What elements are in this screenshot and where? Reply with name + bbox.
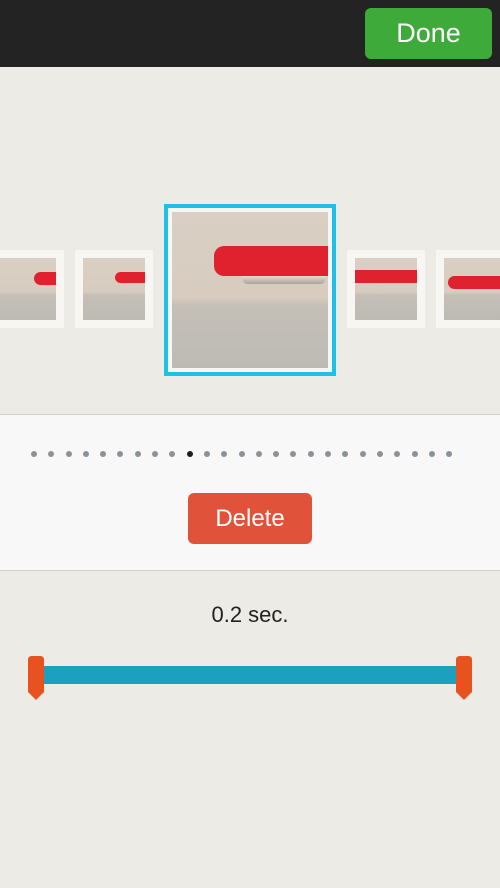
page-dot[interactable] <box>446 451 453 457</box>
page-dot[interactable] <box>48 451 55 457</box>
page-dot[interactable] <box>65 451 72 457</box>
frame-page-indicator[interactable] <box>31 451 453 457</box>
duration-label: 0.2 sec. <box>211 602 289 627</box>
frame-image <box>172 212 328 368</box>
frame-thumbnail[interactable] <box>436 250 500 328</box>
page-dot[interactable] <box>307 451 314 457</box>
page-dot[interactable] <box>186 451 193 457</box>
range-end-handle[interactable] <box>454 656 474 700</box>
range-start-handle[interactable] <box>26 656 46 700</box>
frame-controls-panel: Delete <box>0 414 500 571</box>
page-dot[interactable] <box>342 451 349 457</box>
selected-frame[interactable] <box>164 204 336 376</box>
delete-button[interactable]: Delete <box>188 493 312 544</box>
page-dot[interactable] <box>376 451 383 457</box>
frame-image <box>355 258 417 320</box>
frame-image <box>83 258 145 320</box>
frame-thumbnail[interactable] <box>75 250 153 328</box>
page-dot[interactable] <box>411 451 418 457</box>
frame-strip[interactable] <box>0 68 500 414</box>
page-dot[interactable] <box>203 451 210 457</box>
page-dot[interactable] <box>117 451 124 457</box>
page-dot[interactable] <box>428 451 435 457</box>
top-bar: Done <box>0 0 500 67</box>
frame-thumbnail[interactable] <box>347 250 425 328</box>
page-dot[interactable] <box>152 451 159 457</box>
page-dot[interactable] <box>31 451 37 457</box>
page-dot[interactable] <box>100 451 107 457</box>
page-dot[interactable] <box>82 451 89 457</box>
page-dot[interactable] <box>359 451 366 457</box>
page-dot[interactable] <box>290 451 297 457</box>
page-dot[interactable] <box>134 451 141 457</box>
frame-image <box>444 258 500 320</box>
duration-slider[interactable] <box>26 656 474 702</box>
page-dot[interactable] <box>255 451 262 457</box>
page-dot[interactable] <box>221 451 228 457</box>
page-dot[interactable] <box>394 451 401 457</box>
duration-track <box>36 666 464 684</box>
page-dot[interactable] <box>273 451 280 457</box>
page-dot[interactable] <box>238 451 245 457</box>
done-button[interactable]: Done <box>365 8 492 59</box>
frame-image <box>0 258 56 320</box>
page-dot[interactable] <box>325 451 332 457</box>
frame-thumbnail[interactable] <box>0 250 64 328</box>
page-dot[interactable] <box>169 451 176 457</box>
